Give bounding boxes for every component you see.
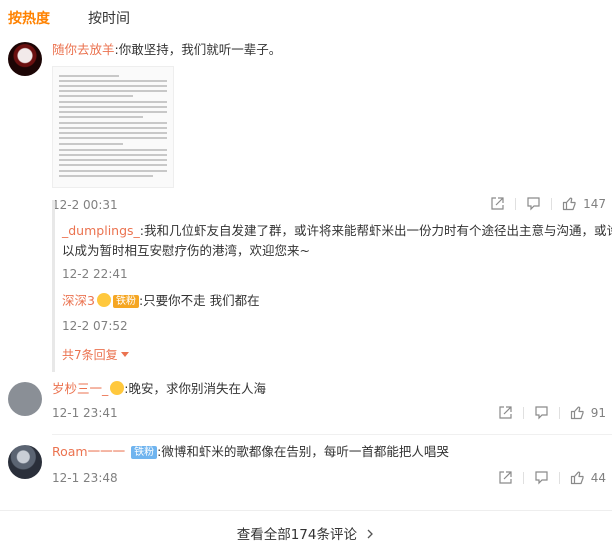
- like-count: 91: [590, 405, 606, 420]
- chevron-down-icon: [120, 352, 129, 357]
- reply-username[interactable]: _dumplings_: [62, 223, 140, 238]
- comment-time: 12-1 23:48: [52, 471, 118, 485]
- heart-eyes-emoji-icon: [110, 381, 125, 395]
- share-button[interactable]: [498, 405, 513, 420]
- comment-icon: [535, 406, 548, 420]
- comment-actions: 91: [498, 405, 606, 420]
- like-button[interactable]: 91: [570, 405, 606, 420]
- comment-text: :微博和虾米的歌都像在告别，每听一首都能把人唱哭: [157, 444, 449, 459]
- comment-text: :你敢坚持，我们就听一辈子。: [114, 42, 282, 57]
- share-icon: [499, 406, 512, 419]
- share-button[interactable]: [498, 470, 513, 485]
- comment-time: 12-1 23:41: [52, 406, 118, 420]
- reply-time: 12-2 07:52: [62, 319, 128, 333]
- avatar[interactable]: [8, 42, 42, 76]
- reply-text: :我和几位虾友自发建了群，或许将来能帮虾米出一份力时有个途径出主意与沟通，或许可: [139, 223, 612, 238]
- sort-tabs: 按热度 按时间: [8, 8, 130, 28]
- heart-eyes-emoji-icon: [96, 293, 111, 307]
- comment-username[interactable]: 岁杪三一_: [52, 381, 108, 396]
- reply-username[interactable]: 深深3: [62, 293, 95, 308]
- view-all-comments-label: 查看全部174条评论: [236, 527, 357, 543]
- tab-time[interactable]: 按时间: [88, 8, 130, 28]
- comment-image-thumbnail[interactable]: [52, 66, 174, 188]
- reply-text: :只要你不走 我们都在: [138, 293, 260, 308]
- comment-text: :晚安，求你别消失在人海: [124, 381, 266, 396]
- like-icon: [570, 471, 584, 485]
- reply-text-continued: 以成为暂时相互安慰疗伤的港湾，欢迎您来~: [62, 243, 310, 258]
- footer: 查看全部174条评论: [0, 510, 612, 549]
- fan-badge: 铁粉: [131, 446, 158, 459]
- reply-text-line: 深深3 铁粉:只要你不走 我们都在: [62, 292, 260, 310]
- more-replies-link[interactable]: 共7条回复: [62, 346, 129, 363]
- comment-icon: [535, 471, 548, 485]
- comment-username[interactable]: 随你去放羊: [52, 42, 115, 57]
- reply-time: 12-2 22:41: [62, 267, 128, 281]
- comment-button[interactable]: [534, 405, 549, 420]
- share-icon: [499, 471, 512, 484]
- comment-username[interactable]: Roam一一一: [52, 444, 125, 459]
- view-all-comments-link[interactable]: 查看全部174条评论: [237, 523, 376, 543]
- comment-text-line: 岁杪三一_ :晚安，求你别消失在人海: [52, 380, 266, 398]
- tab-hot[interactable]: 按热度: [8, 8, 50, 28]
- comment-text-line: 随你去放羊:你敢坚持，我们就听一辈子。: [52, 41, 281, 59]
- avatar[interactable]: [8, 382, 42, 416]
- reply-text-line: _dumplings_:我和几位虾友自发建了群，或许将来能帮虾米出一份力时有个途…: [62, 222, 612, 240]
- chevron-right-icon: [367, 529, 374, 539]
- comment-actions: 44: [498, 470, 606, 485]
- like-count: 44: [590, 470, 606, 485]
- divider: [52, 434, 612, 435]
- more-replies-label: 共7条回复: [62, 348, 118, 362]
- comment-button[interactable]: [534, 470, 549, 485]
- like-button[interactable]: 44: [570, 470, 606, 485]
- avatar[interactable]: [8, 445, 42, 479]
- comment-text-line: Roam一一一 铁粉:微博和虾米的歌都像在告别，每听一首都能把人唱哭: [52, 443, 449, 461]
- fan-badge: 铁粉: [112, 295, 139, 308]
- like-icon: [570, 406, 584, 420]
